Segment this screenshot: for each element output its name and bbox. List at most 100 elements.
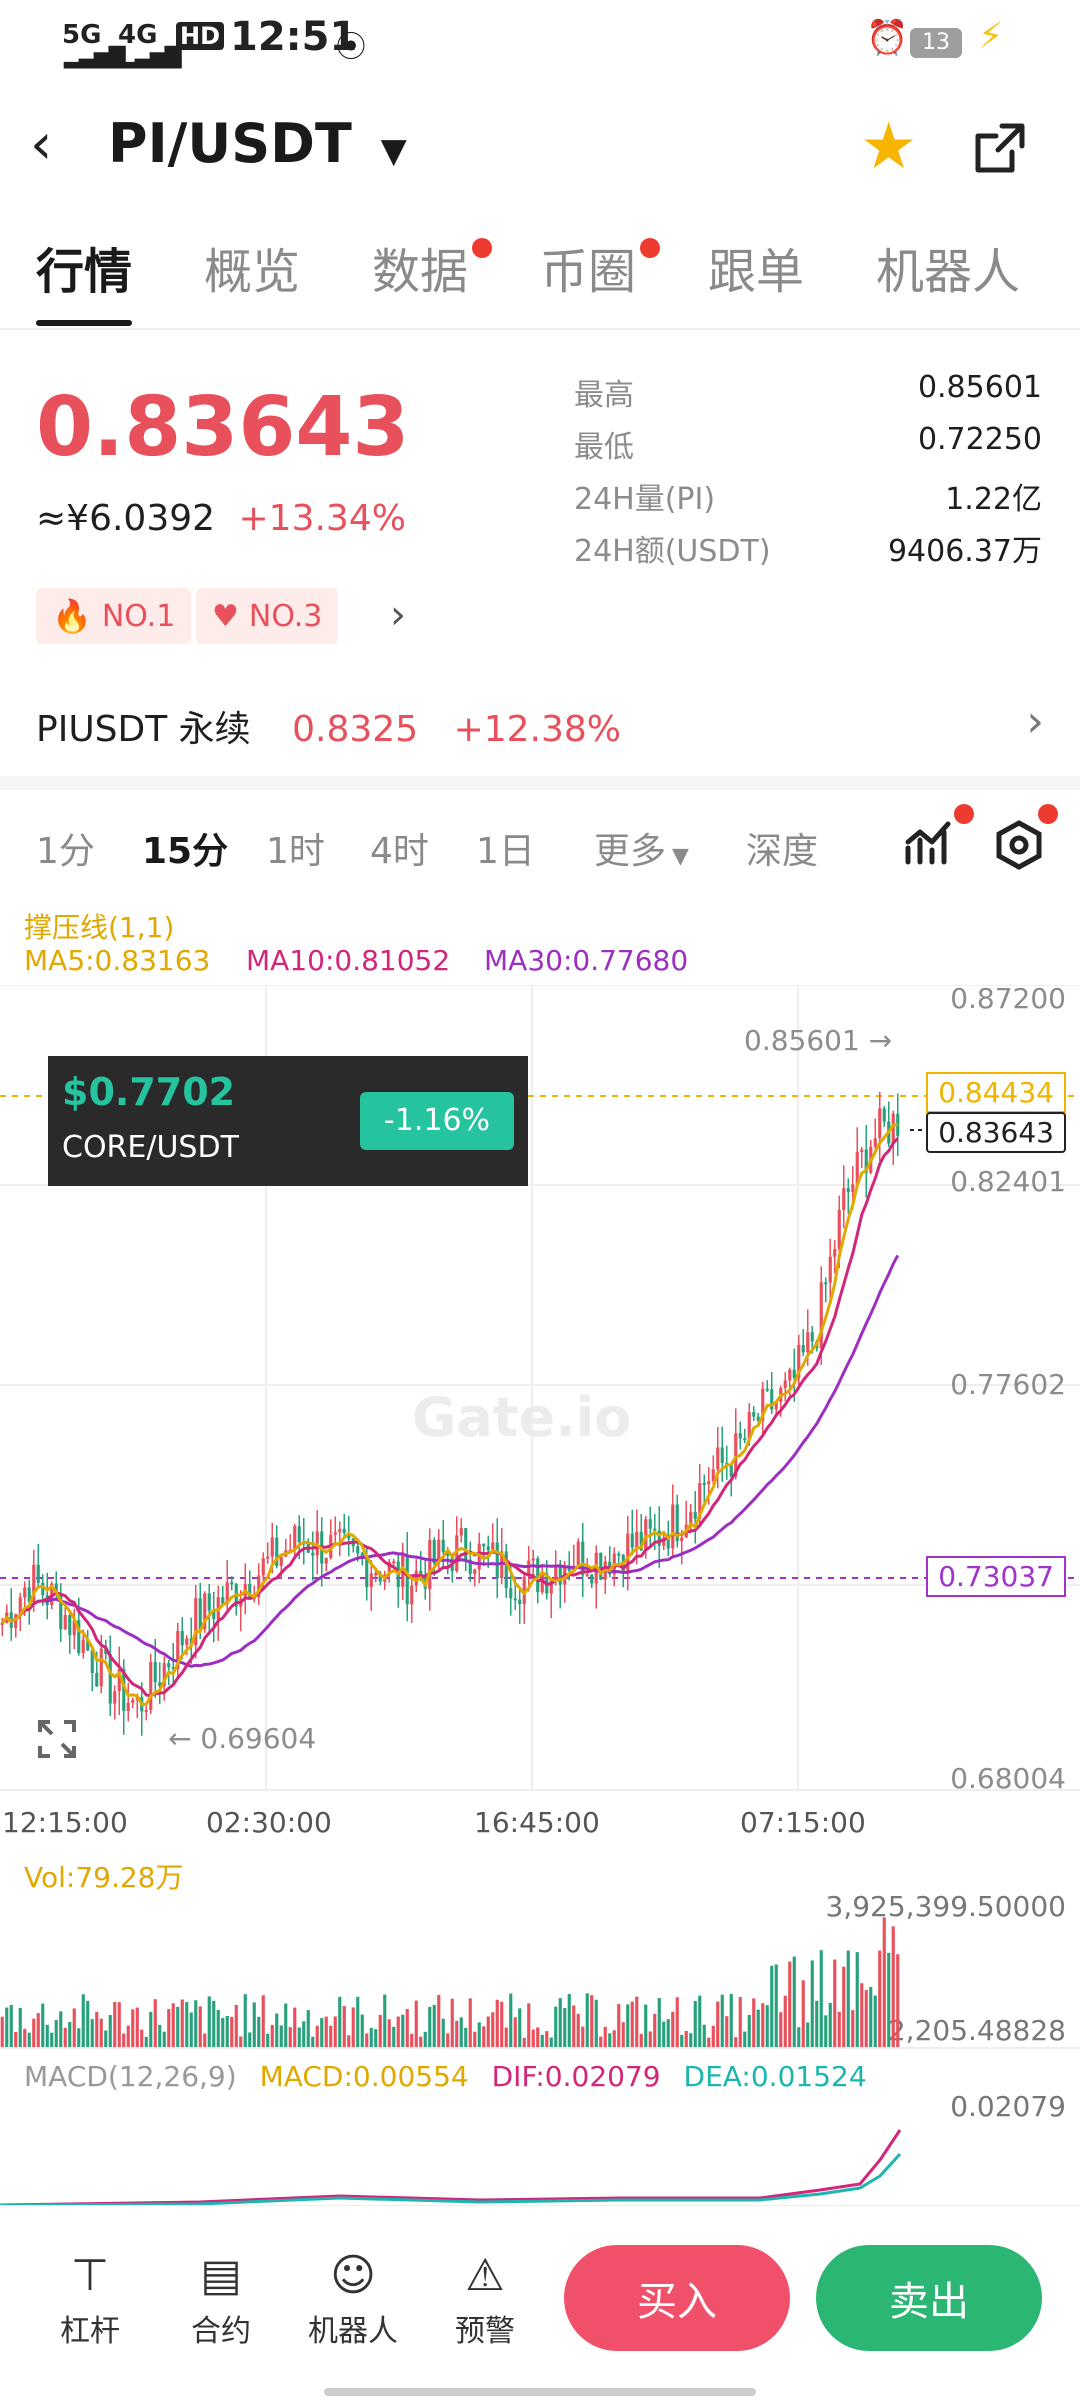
stat-amount-value: 9406.37万 bbox=[887, 534, 1042, 569]
tf-1d[interactable]: 1日 bbox=[476, 822, 535, 874]
support-line-label: 0.73037 bbox=[926, 1556, 1066, 1597]
candle-body bbox=[473, 1569, 477, 1574]
tab-data[interactable]: 数据 bbox=[372, 232, 468, 302]
signal-icon-2: ▂▃▅▇ bbox=[120, 44, 182, 69]
volume-bar bbox=[248, 2032, 252, 2048]
volume-bar bbox=[176, 2006, 180, 2048]
candle-body bbox=[792, 1369, 796, 1378]
share-icon[interactable] bbox=[972, 120, 1028, 176]
settings-icon[interactable] bbox=[994, 820, 1044, 870]
volume-bar bbox=[189, 2012, 193, 2048]
candle-body bbox=[126, 1702, 130, 1711]
nav-label: 预警 bbox=[455, 2314, 515, 2349]
nav-label: 杠杆 bbox=[60, 2314, 120, 2349]
volume-bar bbox=[702, 2024, 706, 2048]
volume-bar bbox=[536, 2027, 540, 2048]
volume-bar bbox=[896, 1954, 900, 2048]
perpetual-row[interactable]: PIUSDT 永续 0.8325 +12.38% › bbox=[36, 696, 1044, 752]
robot-icon: ☺ bbox=[330, 2250, 376, 2301]
candle-body bbox=[837, 1210, 841, 1249]
tf-15m[interactable]: 15分 bbox=[142, 822, 228, 874]
candle-body bbox=[95, 1672, 99, 1687]
volume-bar bbox=[351, 2007, 355, 2048]
volume-bar bbox=[14, 2031, 18, 2048]
ticker-popup[interactable]: $0.7702 CORE/USDT -1.16% bbox=[48, 1056, 528, 1186]
volume-bar bbox=[626, 2004, 630, 2048]
volume-bar bbox=[446, 2033, 450, 2048]
candle-body bbox=[324, 1557, 328, 1564]
volume-bar bbox=[234, 2004, 238, 2048]
buy-button[interactable]: 买入 bbox=[564, 2245, 790, 2351]
volume-bar bbox=[329, 2025, 333, 2048]
star-icon[interactable]: ★ bbox=[860, 110, 917, 184]
rank-badge-heart[interactable]: ♥ NO.3 bbox=[196, 588, 339, 644]
nav-contract[interactable]: ▤ 合约 bbox=[166, 2246, 276, 2350]
tab-bar: 行情 概览 数据 币圈 跟单 机器人 bbox=[0, 232, 1080, 328]
volume-bar bbox=[756, 2009, 760, 2048]
alarm-clock-icon: ⏰ bbox=[866, 18, 909, 58]
volume-bar bbox=[842, 1966, 846, 2048]
tf-depth[interactable]: 深度 bbox=[746, 822, 818, 874]
candle-body bbox=[419, 1570, 423, 1575]
tf-more[interactable]: 更多 ▼ bbox=[594, 822, 689, 874]
candle-body bbox=[576, 1541, 580, 1566]
candle-body bbox=[333, 1532, 337, 1535]
volume-bar bbox=[365, 2033, 369, 2048]
candle-body bbox=[824, 1282, 828, 1285]
volume-bar bbox=[711, 2025, 715, 2048]
volume-bar bbox=[77, 2028, 81, 2048]
back-icon[interactable]: ‹ bbox=[30, 112, 52, 177]
expand-icon[interactable] bbox=[36, 1718, 78, 1760]
candle-body bbox=[81, 1639, 85, 1654]
sell-button[interactable]: 卖出 bbox=[816, 2245, 1042, 2351]
candle-body bbox=[482, 1543, 486, 1547]
volume-bar bbox=[554, 2006, 558, 2048]
rank-badge-hot[interactable]: 🔥 NO.1 bbox=[36, 588, 192, 644]
volume-bar bbox=[567, 1993, 571, 2048]
sr-line-label: 撑压线(1,1) bbox=[24, 911, 175, 944]
volume-bar bbox=[657, 1997, 661, 2048]
candle-body bbox=[531, 1558, 535, 1561]
volume-bar bbox=[576, 2013, 580, 2048]
candle-body bbox=[680, 1537, 684, 1542]
y-tick: 0.68004 bbox=[950, 1762, 1066, 1795]
candle-body bbox=[720, 1447, 724, 1464]
tab-overview[interactable]: 概览 bbox=[204, 232, 300, 302]
volume-bar bbox=[315, 2025, 319, 2048]
candle-body bbox=[374, 1573, 378, 1576]
indicator-chart-icon[interactable] bbox=[904, 818, 954, 868]
volume-bar bbox=[374, 2029, 378, 2048]
volume-bar bbox=[518, 2008, 522, 2048]
volume-bar bbox=[815, 2000, 819, 2048]
candle-body bbox=[261, 1558, 265, 1576]
volume-bar bbox=[180, 1999, 184, 2048]
volume-bar bbox=[0, 2016, 4, 2048]
volume-bar bbox=[162, 2031, 166, 2048]
tf-4h[interactable]: 4时 bbox=[370, 822, 429, 874]
volume-bar bbox=[252, 2002, 256, 2048]
pair-title[interactable]: PI/USDT ▼ bbox=[108, 112, 407, 175]
tab-market[interactable]: 行情 bbox=[36, 232, 132, 302]
tab-robot[interactable]: 机器人 bbox=[876, 232, 1020, 302]
nav-robot[interactable]: ☺ 机器人 bbox=[298, 2246, 408, 2350]
candle-body bbox=[882, 1108, 886, 1122]
candle-body bbox=[828, 1256, 832, 1283]
volume-bar bbox=[342, 2006, 346, 2048]
tf-1m[interactable]: 1分 bbox=[36, 822, 95, 874]
volume-bar bbox=[158, 2024, 162, 2048]
nav-alarm[interactable]: ⚠ 预警 bbox=[430, 2246, 540, 2350]
volume-bar bbox=[680, 2034, 684, 2048]
perpetual-name: PIUSDT 永续 bbox=[36, 709, 251, 750]
tab-circle[interactable]: 币圈 bbox=[540, 232, 636, 302]
volume-bar bbox=[500, 2001, 504, 2048]
volume-bar bbox=[95, 2011, 99, 2048]
tf-1h[interactable]: 1时 bbox=[266, 822, 325, 874]
stat-volume-value: 1.22亿 bbox=[945, 482, 1042, 517]
candle-body bbox=[752, 1412, 756, 1417]
nav-lever[interactable]: ⊤ 杠杆 bbox=[35, 2246, 145, 2350]
chevron-right-icon[interactable]: › bbox=[390, 592, 406, 638]
tab-copy-trade[interactable]: 跟单 bbox=[708, 232, 804, 302]
volume-bar bbox=[81, 1994, 85, 2048]
volume-bar bbox=[23, 2028, 27, 2048]
volume-bar bbox=[297, 2027, 301, 2048]
